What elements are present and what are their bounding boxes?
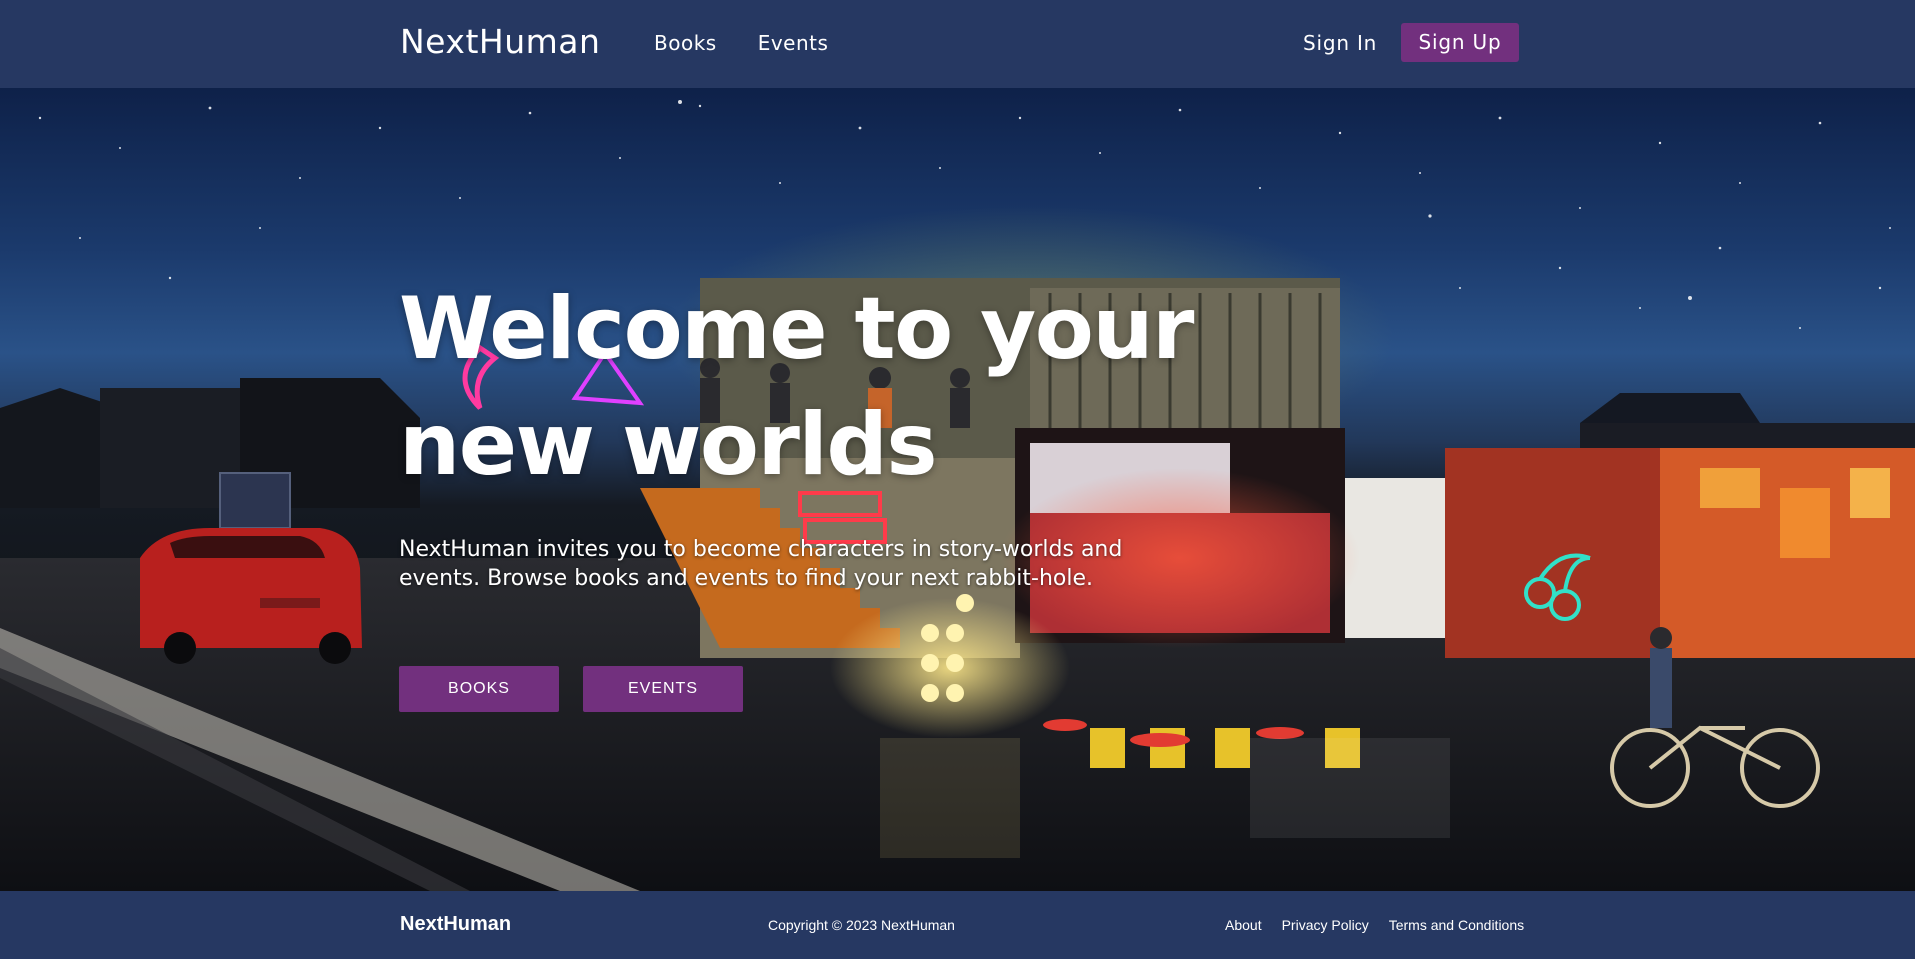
footer-link-privacy-policy[interactable]: Privacy Policy [1282, 917, 1369, 933]
copyright-text: Copyright © 2023 NextHuman [768, 917, 955, 933]
nav-link-books[interactable]: Books [654, 31, 717, 55]
footer-logo[interactable]: NextHuman [400, 913, 511, 936]
hero-title: Welcome to your new worlds [399, 279, 1194, 495]
site-footer: NextHuman Copyright © 2023 NextHuman Abo… [0, 891, 1915, 959]
footer-link-terms[interactable]: Terms and Conditions [1389, 917, 1524, 933]
top-nav: NextHuman Books Events Sign In Sign Up [0, 0, 1915, 88]
hero-section: Welcome to your new worlds NextHuman inv… [0, 88, 1915, 891]
footer-links: About Privacy Policy Terms and Condition… [1225, 917, 1524, 933]
sign-in-link[interactable]: Sign In [1303, 31, 1377, 55]
nav-links: Books Events [654, 31, 828, 55]
car-illustration [140, 528, 362, 664]
hero-subtitle: NextHuman invites you to become characte… [399, 537, 1123, 591]
site-logo[interactable]: NextHuman [400, 22, 600, 61]
sign-up-button[interactable]: Sign Up [1401, 23, 1519, 62]
events-button[interactable]: EVENTS [583, 666, 743, 712]
nav-link-events[interactable]: Events [758, 31, 829, 55]
footer-link-about[interactable]: About [1225, 917, 1262, 933]
books-button[interactable]: BOOKS [399, 666, 559, 712]
